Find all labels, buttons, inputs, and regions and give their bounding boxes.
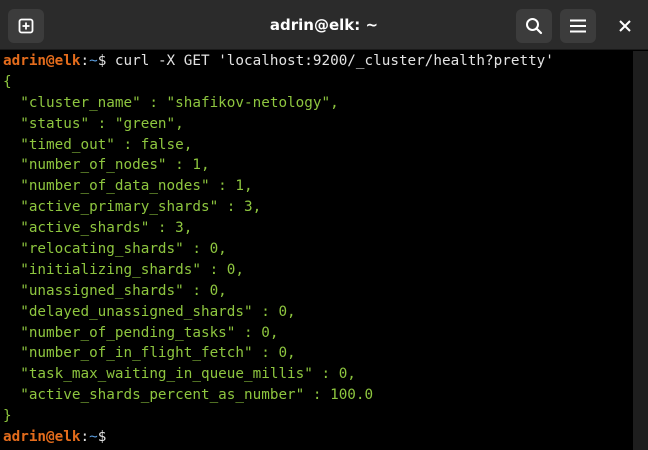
scrollbar-thumb[interactable] [633, 51, 648, 450]
hamburger-menu-icon [570, 19, 586, 33]
output-line: "relocating_shards" : 0, [3, 241, 227, 258]
json-output: { "cluster_name" : "shafikov-netology", … [3, 72, 632, 427]
output-line: "timed_out" : false, [3, 136, 193, 153]
prompt-symbol: $ [97, 429, 115, 446]
close-button[interactable] [608, 9, 642, 43]
prompt-user-host: adrin@elk [3, 429, 81, 446]
output-line: "task_max_waiting_in_queue_millis" : 0, [3, 366, 356, 383]
output-line: "active_primary_shards" : 3, [3, 199, 262, 216]
new-tab-button[interactable] [8, 9, 44, 43]
output-line: "delayed_unassigned_shards" : 0, [3, 303, 296, 320]
output-line: "active_shards" : 3, [3, 220, 193, 237]
prompt-path: ~ [89, 53, 98, 69]
prompt-path: ~ [89, 429, 98, 446]
prompt-line: adrin@elk:~$ curl -X GET 'localhost:9200… [3, 51, 632, 72]
output-line: { [3, 73, 12, 90]
prompt-symbol: $ [97, 53, 115, 69]
search-button[interactable] [516, 9, 552, 43]
close-icon [619, 20, 631, 32]
new-tab-icon [18, 18, 34, 34]
scrollbar[interactable] [633, 51, 648, 450]
command-text: curl -X GET 'localhost:9200/_cluster/hea… [114, 53, 554, 69]
output-line: "status" : "green", [3, 115, 184, 132]
output-line: "unassigned_shards" : 0, [3, 282, 227, 299]
output-line: } [3, 408, 12, 425]
output-line: "number_of_in_flight_fetch" : 0, [3, 345, 296, 362]
menu-button[interactable] [560, 9, 596, 43]
output-line: "cluster_name" : "shafikov-netology", [3, 94, 339, 111]
prompt-line: adrin@elk:~$ [3, 427, 632, 448]
prompt-user-host: adrin@elk [3, 53, 81, 69]
prompt-colon: : [80, 53, 90, 69]
output-line: "number_of_pending_tasks" : 0, [3, 324, 279, 341]
prompt-colon: : [80, 429, 90, 446]
terminal-output[interactable]: adrin@elk:~$ curl -X GET 'localhost:9200… [0, 51, 632, 450]
output-line: "initializing_shards" : 0, [3, 261, 245, 278]
output-line: "active_shards_percent_as_number" : 100.… [3, 387, 374, 404]
output-line: "number_of_data_nodes" : 1, [3, 178, 253, 195]
search-icon [526, 18, 543, 35]
title-bar: adrin@elk: ~ [0, 0, 648, 50]
output-line: "number_of_nodes" : 1, [3, 157, 210, 174]
terminal-window: adrin@elk: ~ adrin@elk:~$ curl -X GET 'l… [0, 0, 648, 450]
